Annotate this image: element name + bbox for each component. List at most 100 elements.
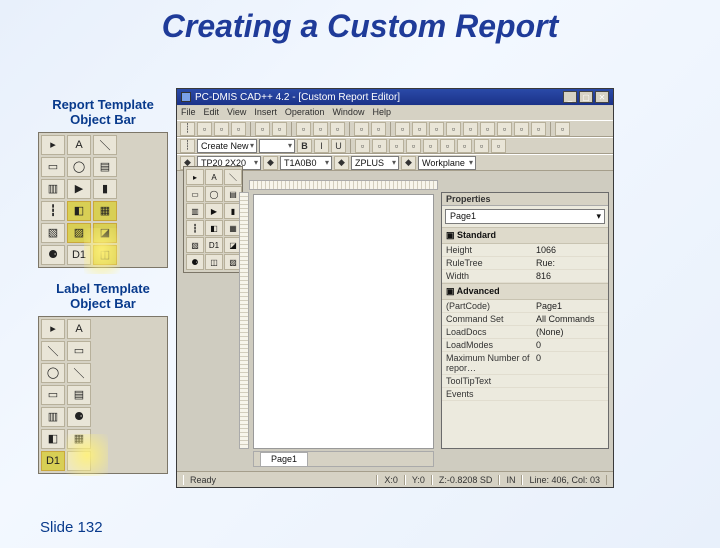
property-row[interactable]: Maximum Number of repor…0 [442,352,608,375]
toolbar-button[interactable]: ▫ [474,139,489,153]
property-row[interactable]: RuleTreeRue: [442,257,608,270]
menu-item[interactable]: Insert [254,107,277,119]
palette-button[interactable]: ＼ [93,135,117,155]
page-tab[interactable]: Page1 [260,452,308,466]
palette-button[interactable]: ◯ [41,363,65,383]
menu-item[interactable]: View [227,107,246,119]
toolbar-button[interactable]: ▫ [446,122,461,136]
toolbar-button[interactable]: ▫ [423,139,438,153]
toolbar-button[interactable]: ▫ [531,122,546,136]
minimize-button[interactable]: _ [563,91,577,103]
property-section[interactable]: ▣ Standard [442,227,608,244]
palette-button[interactable]: ▶ [67,179,91,199]
align-dropdown[interactable]: ZPLUS [351,156,399,170]
toolbar-button[interactable]: ▫ [231,122,246,136]
workplane-dropdown[interactable]: Workplane [418,156,476,170]
palette-button[interactable]: D1 [41,451,65,471]
palette-button[interactable]: ┇ [41,201,65,221]
palette-button[interactable]: ▸ [41,135,65,155]
palette-button[interactable]: ◫ [205,254,223,270]
palette-button[interactable]: ◧ [41,429,65,449]
palette-button[interactable]: ⚈ [67,407,91,427]
toolbar-button[interactable]: ▫ [497,122,512,136]
palette-button[interactable]: ▧ [186,237,204,253]
toolbar-button[interactable]: ▫ [429,122,444,136]
palette-button[interactable]: ▥ [186,203,204,219]
toolbar-button[interactable]: ▫ [330,122,345,136]
palette-button[interactable]: ▤ [67,385,91,405]
palette-button[interactable]: ＼ [224,169,242,185]
toolbar-button[interactable]: ▫ [463,122,478,136]
font-dropdown[interactable] [259,139,295,153]
palette-button[interactable]: ◧ [67,201,91,221]
toolbar-button[interactable]: ▫ [255,122,270,136]
toolbar-button[interactable]: ▫ [272,122,287,136]
toolbar-button[interactable]: ▫ [296,122,311,136]
property-row[interactable]: Height1066 [442,244,608,257]
palette-button[interactable]: A [67,319,91,339]
toolbar-button[interactable]: ▫ [371,122,386,136]
property-row[interactable]: LoadModes0 [442,339,608,352]
palette-button[interactable]: ◯ [67,157,91,177]
palette-button[interactable]: ＼ [41,341,65,361]
property-row[interactable]: Width816 [442,270,608,283]
property-row[interactable]: (PartCode)Page1 [442,300,608,313]
menu-item[interactable]: Operation [285,107,325,119]
palette-button[interactable]: ┇ [186,220,204,236]
italic-button[interactable]: I [314,139,329,153]
toolbar-button[interactable]: ▫ [372,139,387,153]
toolbar-button[interactable]: ▫ [514,122,529,136]
toolbar-button[interactable]: ▫ [214,122,229,136]
palette-button[interactable]: ＼ [67,363,91,383]
menu-item[interactable]: Window [332,107,364,119]
bold-button[interactable]: B [297,139,312,153]
palette-button[interactable]: ▤ [93,157,117,177]
palette-button[interactable]: A [67,135,91,155]
menu-item[interactable]: File [181,107,196,119]
toolbar-button[interactable]: ▫ [395,122,410,136]
palette-button[interactable]: A [205,169,223,185]
toolbar-button[interactable]: ▫ [354,122,369,136]
menu-item[interactable]: Edit [204,107,220,119]
palette-button[interactable]: ◧ [205,220,223,236]
menu-item[interactable]: Help [372,107,391,119]
create-dropdown[interactable]: Create New [197,139,257,153]
palette-button[interactable]: ▭ [41,157,65,177]
property-row[interactable]: Command SetAll Commands [442,313,608,326]
property-row[interactable]: ToolTipText [442,375,608,388]
toolbar-button[interactable]: ▫ [197,122,212,136]
toolbar-button[interactable]: ▫ [555,122,570,136]
palette-button[interactable]: ▶ [205,203,223,219]
palette-button[interactable]: ▭ [41,385,65,405]
toolbar-button[interactable]: ▫ [457,139,472,153]
toolbar-button[interactable]: ▫ [480,122,495,136]
toolbar-button[interactable]: ▫ [406,139,421,153]
tip-dropdown[interactable]: T1A0B0 [280,156,332,170]
palette-button[interactable]: ▸ [41,319,65,339]
underline-button[interactable]: U [331,139,346,153]
toolbar-button[interactable]: ▫ [313,122,328,136]
palette-button[interactable]: ▥ [41,179,65,199]
toolbar-button[interactable]: ▫ [355,139,370,153]
property-section[interactable]: ▣ Advanced [442,283,608,300]
toolbar-button[interactable]: ▫ [491,139,506,153]
palette-button[interactable]: ◯ [205,186,223,202]
toolbar-button[interactable]: ▫ [412,122,427,136]
palette-button[interactable]: ▭ [67,341,91,361]
palette-button[interactable]: ▥ [41,407,65,427]
toolbar-button[interactable]: ▫ [389,139,404,153]
palette-button[interactable]: ⚈ [186,254,204,270]
property-row[interactable]: LoadDocs(None) [442,326,608,339]
properties-selection[interactable]: Page1 [445,209,605,224]
maximize-button[interactable]: ▢ [579,91,593,103]
palette-button[interactable]: ⚈ [41,245,65,265]
property-row[interactable]: Events [442,388,608,401]
palette-button[interactable]: ▧ [41,223,65,243]
palette-button[interactable]: D1 [205,237,223,253]
report-canvas[interactable] [253,194,434,449]
palette-button[interactable]: ▮ [93,179,117,199]
palette-button[interactable]: ▭ [186,186,204,202]
toolbar-button[interactable]: ▫ [440,139,455,153]
close-button[interactable]: ✕ [595,91,609,103]
palette-button[interactable]: ▦ [93,201,117,221]
